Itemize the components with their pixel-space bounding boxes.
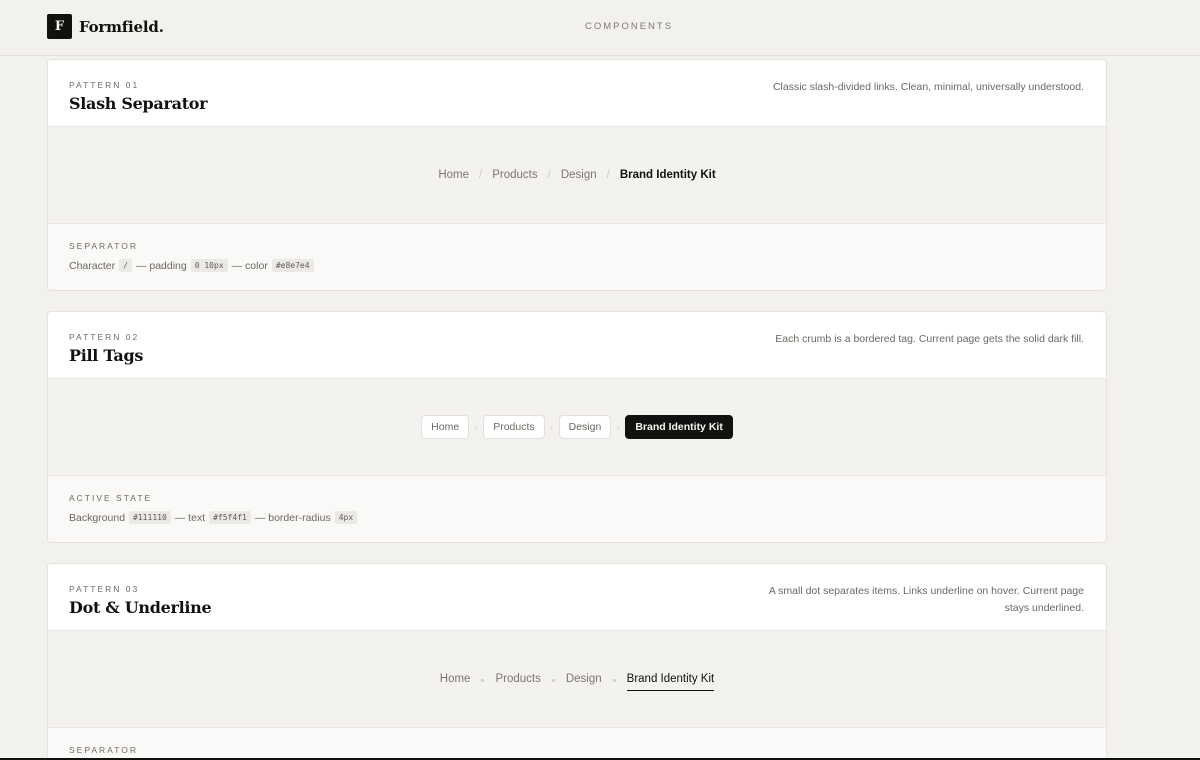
breadcrumb-link-design[interactable]: Design	[561, 169, 597, 181]
spec-label: SEPARATOR	[69, 745, 139, 755]
spec-footer: SEPARATOR Character / — padding 0 10px —…	[48, 224, 1106, 290]
slash-separator: /	[606, 169, 610, 181]
spec-label: SEPARATOR	[69, 241, 139, 251]
pattern-title: Pill Tags	[69, 346, 144, 365]
dot-separator-icon	[612, 678, 616, 682]
spec-code: #f5f4f1	[209, 511, 251, 524]
pattern-description: A small dot separates items. Links under…	[768, 585, 1084, 614]
card-header: PATTERN 01 Slash Separator Classic slash…	[48, 60, 1106, 127]
spec-line: Background #111110 — text #f5f4f1 — bord…	[69, 511, 361, 524]
breadcrumb-pill-design[interactable]: Design	[558, 415, 612, 439]
spec-text: Background	[69, 511, 126, 524]
spec-code: /	[119, 259, 132, 272]
card-header: PATTERN 03 Dot & Underline A small dot s…	[48, 564, 1106, 631]
breadcrumb-link-home[interactable]: Home	[440, 673, 471, 685]
breadcrumb-link-design[interactable]: Design	[566, 673, 602, 685]
top-bar: F Formfield. COMPONENTS	[0, 0, 1200, 56]
breadcrumb-current: Brand Identity Kit	[619, 169, 716, 181]
preview-stage: Home / Products / Design / Brand Identit…	[48, 127, 1106, 224]
spec-text: Character	[69, 259, 116, 272]
spec-label: ACTIVE STATE	[69, 493, 153, 503]
breadcrumb: Home › Products › Design › Brand Identit…	[421, 415, 733, 439]
pattern-eyebrow: PATTERN 02	[69, 332, 140, 342]
spec-code: #e8e7e4	[271, 259, 314, 272]
breadcrumb-link-home[interactable]: Home	[438, 169, 469, 181]
pattern-title: Slash Separator	[69, 94, 208, 113]
dot-separator-icon	[551, 678, 555, 682]
pattern-description: Each crumb is a bordered tag. Current pa…	[775, 333, 1084, 345]
breadcrumb-pill-home[interactable]: Home	[421, 415, 470, 439]
spec-text: — color	[231, 259, 268, 272]
spec-code: 4px	[334, 511, 358, 524]
breadcrumb-link-products[interactable]: Products	[495, 673, 540, 685]
spec-footer: SEPARATOR	[48, 728, 1106, 760]
breadcrumb: Home Products Design Brand Identity Kit	[440, 667, 715, 691]
pattern-card-dot-underline: PATTERN 03 Dot & Underline A small dot s…	[47, 563, 1107, 760]
slash-separator: /	[547, 169, 551, 181]
spec-code: #111110	[129, 511, 171, 524]
pattern-title: Dot & Underline	[69, 598, 212, 617]
chevron-right-icon: ›	[616, 422, 620, 432]
card-header: PATTERN 02 Pill Tags Each crumb is a bor…	[48, 312, 1106, 379]
spec-text: — text	[174, 511, 206, 524]
breadcrumb: Home / Products / Design / Brand Identit…	[438, 169, 715, 181]
pattern-eyebrow: PATTERN 01	[69, 80, 140, 90]
chevron-right-icon: ›	[474, 422, 478, 432]
breadcrumb-pill-products[interactable]: Products	[483, 415, 545, 439]
spec-text: — border-radius	[254, 511, 331, 524]
spec-line: Character / — padding 0 10px — color #e8…	[69, 259, 318, 272]
preview-stage: Home Products Design Brand Identity Kit	[48, 631, 1106, 728]
spec-text: — padding	[135, 259, 187, 272]
pattern-card-pills: PATTERN 02 Pill Tags Each crumb is a bor…	[47, 311, 1107, 543]
pattern-card-slash: PATTERN 01 Slash Separator Classic slash…	[47, 59, 1107, 291]
pattern-description: Classic slash-divided links. Clean, mini…	[772, 81, 1084, 93]
nav-components-link[interactable]: COMPONENTS	[0, 21, 1200, 32]
spec-footer: ACTIVE STATE Background #111110 — text #…	[48, 476, 1106, 542]
pattern-eyebrow: PATTERN 03	[69, 584, 140, 594]
spec-code: 0 10px	[190, 259, 228, 272]
dot-separator-icon	[481, 678, 485, 682]
breadcrumb-pill-current: Brand Identity Kit	[625, 415, 733, 439]
breadcrumb-link-products[interactable]: Products	[492, 169, 537, 181]
chevron-right-icon: ›	[550, 422, 553, 432]
preview-stage: Home › Products › Design › Brand Identit…	[48, 379, 1106, 476]
breadcrumb-current: Brand Identity Kit	[626, 673, 715, 691]
slash-separator: /	[479, 169, 483, 181]
